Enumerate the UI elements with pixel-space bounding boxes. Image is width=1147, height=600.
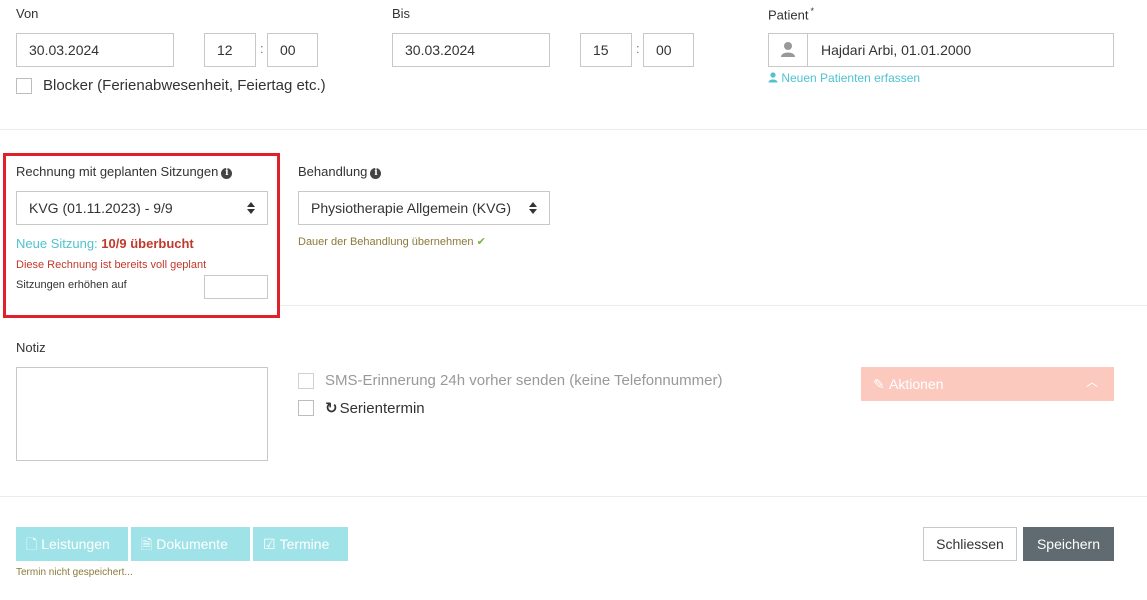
behandlung-label: Behandlung i [298,164,382,179]
edit-icon: ✎ [873,376,885,392]
info-icon: i [221,168,233,179]
termine-button[interactable]: ☑ Termine [253,527,348,561]
status-text: Termin nicht gespeichert... [16,567,133,578]
schliessen-button[interactable]: Schliessen [923,527,1017,561]
speichern-button[interactable]: Speichern [1023,527,1114,561]
sms-label: SMS-Erinnerung 24h vorher senden (keine … [325,372,723,389]
refresh-icon: ↻ [325,400,338,417]
info-icon: i [370,168,382,179]
select-caret-icon [247,201,255,215]
user-icon [769,34,808,66]
file-icon: 🗋 [26,536,38,552]
bis-hour-input[interactable]: 15 [580,33,632,67]
dokumente-button[interactable]: 🗎 Dokumente [131,527,250,561]
leistungen-label: Leistungen [41,536,110,552]
von-date-input[interactable]: 30.03.2024 [16,33,174,67]
aktionen-label: Aktionen [889,376,944,392]
blocker-label: Blocker (Ferienabwesenheit, Feiertag etc… [43,77,326,94]
bis-label: Bis [392,6,411,21]
notiz-textarea[interactable] [16,367,268,461]
dauer-link[interactable]: Dauer der Behandlung übernehmen ✔ [298,235,486,248]
new-patient-link[interactable]: Neuen Patienten erfassen [768,71,920,85]
user-small-icon [768,72,778,83]
serien-checkbox[interactable] [298,400,314,416]
divider [0,496,1147,497]
sitzungen-erhoehen-label: Sitzungen erhöhen auf [16,279,127,291]
von-time-separator: : [260,41,264,56]
dauer-link-label: Dauer der Behandlung übernehmen [298,236,474,248]
chevron-up-icon: ︿ [1085,375,1098,389]
notiz-label: Notiz [16,340,46,355]
check-icon: ✔ [476,236,486,248]
required-mark: * [810,6,814,16]
behandlung-select[interactable]: Physiotherapie Allgemein (KVG) [298,191,550,225]
bis-time-separator: : [636,41,640,56]
select-caret-icon [529,201,537,215]
bis-minute-input[interactable]: 00 [643,33,694,67]
divider [0,129,1147,130]
von-label: Von [16,6,39,21]
von-minute-input[interactable]: 00 [267,33,318,67]
patient-label: Patient * [768,6,814,23]
termine-label: Termine [279,536,330,552]
von-hour-input[interactable]: 12 [204,33,256,67]
neue-sitzung-value: 10/9 überbucht [101,236,194,251]
sitzungen-erhoehen-input[interactable] [204,275,268,299]
document-icon: 🗎 [141,536,153,552]
sms-checkbox[interactable] [298,373,314,389]
calendar-check-icon: ☑ [263,536,276,552]
neue-sitzung-label: Neue Sitzung: [16,236,98,251]
patient-field[interactable]: Hajdari Arbi, 01.01.2000 [768,33,1114,67]
patient-value: Hajdari Arbi, 01.01.2000 [821,42,972,58]
aktionen-button[interactable]: ✎ Aktionen ︿ [861,367,1114,401]
serien-label: ↻ Serientermin [325,400,425,417]
rechnung-label: Rechnung mit geplanten Sitzungen i [16,164,233,179]
behandlung-selected-value: Physiotherapie Allgemein (KVG) [311,200,511,216]
leistungen-button[interactable]: 🗋 Leistungen [16,527,128,561]
dokumente-label: Dokumente [156,536,228,552]
new-patient-link-label: Neuen Patienten erfassen [781,71,921,85]
bis-date-input[interactable]: 30.03.2024 [392,33,550,67]
rechnung-select[interactable]: KVG (01.11.2023) - 9/9 [16,191,268,225]
neue-sitzung: Neue Sitzung: 10/9 überbucht [16,236,194,251]
rechnung-warning: Diese Rechnung ist bereits voll geplant [16,259,207,271]
rechnung-selected-value: KVG (01.11.2023) - 9/9 [29,200,173,216]
blocker-checkbox[interactable] [16,78,32,94]
divider [280,305,1147,306]
